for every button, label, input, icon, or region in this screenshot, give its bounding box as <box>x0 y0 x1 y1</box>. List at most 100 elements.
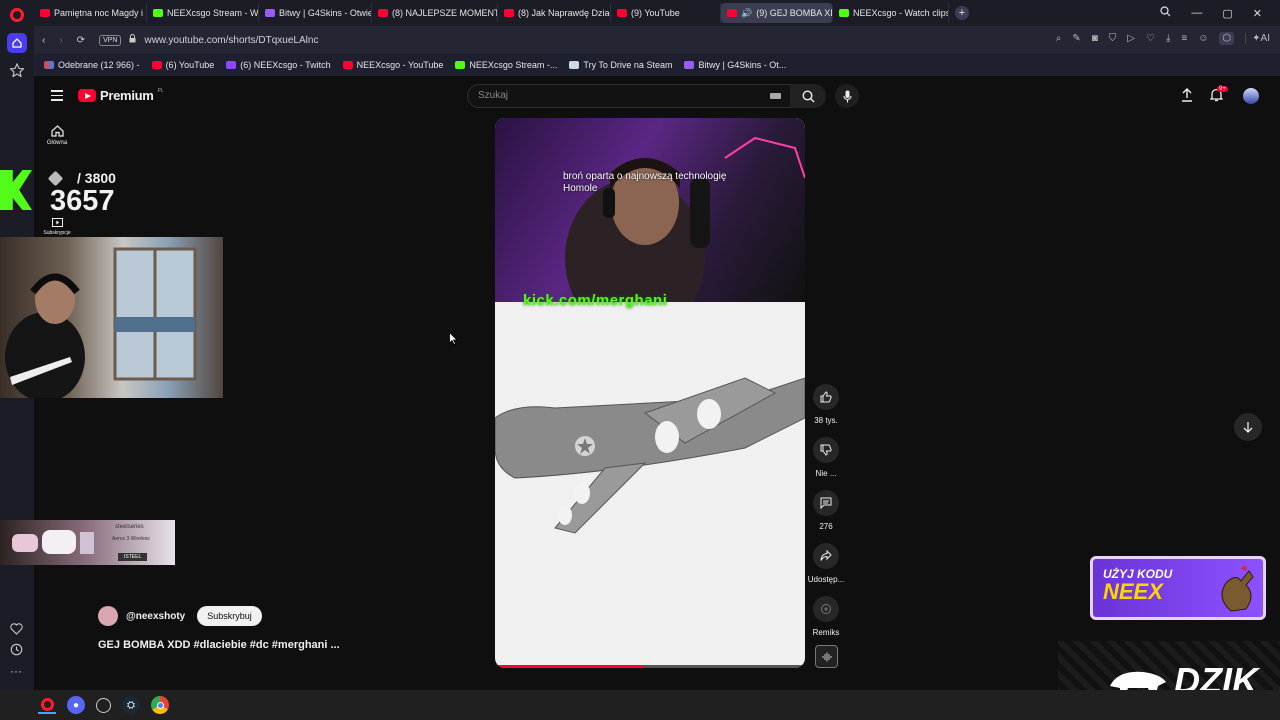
nav-subscriptions[interactable]: Subskrypcje <box>34 218 80 236</box>
comments-button[interactable] <box>813 490 839 516</box>
short-video-player[interactable]: broń oparta o najnowszą technologię Homo… <box>495 118 805 668</box>
dislike-button[interactable] <box>813 437 839 463</box>
voice-search-button[interactable] <box>835 84 859 108</box>
caption-line: broń oparta o najnowszą technologię <box>563 171 727 182</box>
tab[interactable]: (8) NAJLEPSZE MOMENTY <box>372 3 498 23</box>
play-icon[interactable]: ▷ <box>1127 33 1135 44</box>
subscribe-button[interactable]: Subskrybuj <box>197 606 262 626</box>
short-title[interactable]: GEJ BOMBA XDD #dlaciebie #dc #merghani .… <box>98 639 340 651</box>
camera-icon[interactable]: ◙ <box>1092 33 1098 44</box>
bookmark[interactable]: (6) NEEXcsgo - Twitch <box>226 60 331 70</box>
clock-app-icon[interactable] <box>96 697 111 713</box>
youtube-icon <box>617 9 627 17</box>
kick-icon <box>153 9 163 17</box>
remix-button[interactable] <box>813 596 839 622</box>
bookmark-label: (6) YouTube <box>165 60 215 70</box>
menu-icon[interactable]: ≡ <box>1181 33 1187 44</box>
share-action: Udostęp... <box>796 543 856 584</box>
hamburger-menu-icon[interactable] <box>51 90 63 101</box>
home-icon[interactable] <box>7 33 27 53</box>
favorite-icon[interactable]: ♡ <box>1146 33 1155 44</box>
reload-icon[interactable]: ⟳ <box>77 35 85 46</box>
discord-icon[interactable]: ● <box>67 696 85 714</box>
notifications-button[interactable]: 9+ <box>1209 86 1228 107</box>
history-icon[interactable] <box>10 643 23 661</box>
webcam-overlay <box>0 237 223 402</box>
back-icon[interactable]: ‹ <box>42 35 45 46</box>
notification-badge: 9+ <box>1217 86 1228 92</box>
short-caption: broń oparta o najnowszą technologię Homo… <box>563 171 726 195</box>
next-short-button[interactable] <box>1234 413 1262 441</box>
minimize-icon[interactable]: — <box>1191 7 1202 19</box>
upload-icon[interactable] <box>1181 88 1193 107</box>
share-button[interactable] <box>813 543 839 569</box>
tab-active[interactable]: 🔊 (9) GEJ BOMBA XDD <box>721 3 833 23</box>
youtube-logo[interactable]: Premium PL <box>78 88 164 103</box>
edit-icon[interactable]: ✎ <box>1072 33 1080 44</box>
tab[interactable]: (8) Jak Naprawdę Działa P <box>498 3 611 23</box>
bookmark[interactable]: (6) YouTube <box>151 60 215 70</box>
tab[interactable]: NEEXcsgo Stream - Watch <box>147 3 259 23</box>
shield-icon[interactable]: ⛉ <box>1109 33 1117 44</box>
ad-product: Aerox 3 Wireless <box>112 536 150 542</box>
tab[interactable]: (9) YouTube <box>611 3 721 23</box>
thumbs-down-icon <box>820 444 832 456</box>
bookmark-label: Try To Drive na Steam <box>583 60 673 70</box>
heart-icon[interactable] <box>10 622 23 640</box>
vpn-badge[interactable]: VPN <box>99 34 122 46</box>
search-input[interactable]: Szukaj <box>467 84 791 108</box>
ai-button[interactable]: ✦AI <box>1245 33 1270 44</box>
speaker-icon[interactable]: 🔊 <box>741 8 752 19</box>
keyboard-icon[interactable] <box>770 93 781 99</box>
tab[interactable]: NEEXcsgo - Watch clips o <box>833 3 949 23</box>
nav-home-label: Główna <box>46 140 68 146</box>
close-icon[interactable]: ✕ <box>1253 7 1262 20</box>
steam-taskbar-icon[interactable]: ⛭ <box>122 696 140 714</box>
youtube-icon <box>378 9 388 17</box>
maximize-icon[interactable]: ▢ <box>1222 7 1232 20</box>
search-tabs-icon[interactable] <box>1160 6 1171 20</box>
short-progress-bar[interactable] <box>495 665 805 668</box>
bookmark[interactable]: Bitwy | G4Skins - Ot... <box>684 60 786 70</box>
like-button[interactable] <box>813 384 839 410</box>
speed-dial-icon[interactable] <box>9 62 25 82</box>
tab[interactable]: Bitwy | G4Skins - Otwiera <box>259 3 372 23</box>
channel-name[interactable]: @neexshoty <box>126 611 185 622</box>
download-icon[interactable]: ⤓ <box>1166 33 1170 44</box>
youtube-logo-text: Premium <box>100 88 154 103</box>
chrome-icon[interactable] <box>151 696 169 714</box>
bookmark[interactable]: NEEXcsgo - YouTube <box>342 60 444 70</box>
streamer-video-frame: broń oparta o najnowszą technologię Homo… <box>495 118 805 338</box>
new-tab-button[interactable]: + <box>955 6 969 20</box>
bookmark[interactable]: Try To Drive na Steam <box>569 60 672 70</box>
sound-thumbnail[interactable] <box>815 645 838 668</box>
bookmark-label: Bitwy | G4Skins - Ot... <box>698 60 787 70</box>
youtube-region: PL <box>157 87 164 94</box>
search-button[interactable] <box>790 84 826 108</box>
bookmark[interactable]: NEEXcsgo Stream -... <box>455 60 557 70</box>
bookmark[interactable]: Odebrane (12 966) - <box>44 60 140 70</box>
windows-start-icon[interactable] <box>12 698 27 713</box>
counter-goal: / 3800 <box>77 170 116 186</box>
nav-home[interactable]: Główna <box>34 125 80 146</box>
avatar[interactable] <box>1243 88 1259 104</box>
more-icon[interactable]: ··· <box>10 664 22 678</box>
tab-bar: Pamiętna noc Magdy i Sti NEEXcsgo Stream… <box>34 0 1280 26</box>
steam-icon <box>569 61 580 69</box>
tab[interactable]: Pamiętna noc Magdy i Sti <box>34 3 147 23</box>
bookmark-label: NEEXcsgo - YouTube <box>356 60 444 70</box>
account-icon[interactable]: ☺ <box>1198 33 1208 44</box>
opera-logo-icon[interactable] <box>10 8 24 22</box>
url-field[interactable]: www.youtube.com/shorts/DTqxueLAlnc <box>144 35 318 46</box>
zoom-icon[interactable]: ⌕ <box>1056 33 1062 44</box>
forward-icon[interactable]: › <box>59 35 62 46</box>
streamer-scene <box>565 136 805 338</box>
channel-avatar[interactable] <box>98 606 118 626</box>
opera-taskbar-icon[interactable] <box>38 696 56 714</box>
extension-icon[interactable]: ⬡ <box>1219 32 1235 45</box>
ad-brand: steelseries <box>115 524 144 530</box>
microphone-icon <box>842 90 852 102</box>
tab-label: (9) GEJ BOMBA XDD <box>756 8 832 18</box>
kick-icon <box>455 61 466 69</box>
airplane-illustration <box>495 377 805 534</box>
